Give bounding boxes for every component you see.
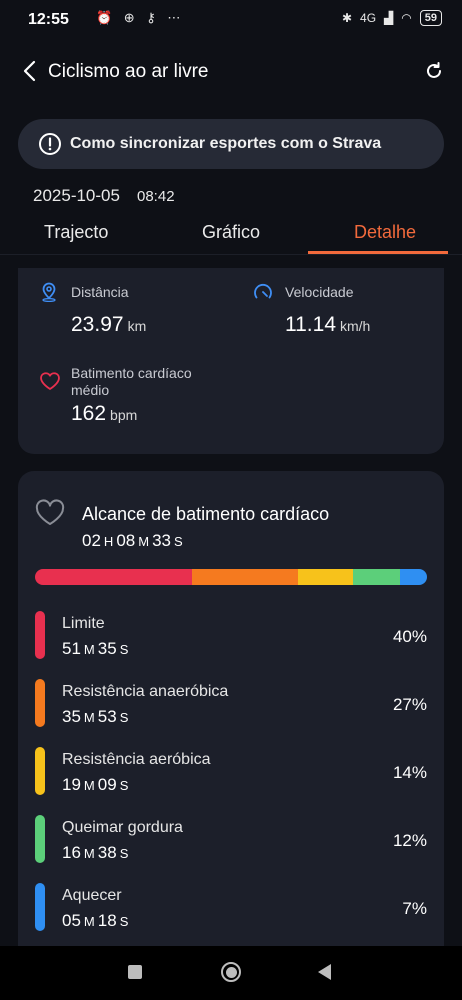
hr-zone-s-unit: S (119, 710, 129, 725)
sync-icon[interactable] (424, 61, 444, 81)
hr-zone-bar-segment (35, 569, 192, 585)
heart-rate-value-group: 162 bpm (71, 402, 137, 426)
hr-zone-name: Resistência anaeróbica (62, 683, 229, 700)
heart-rate-label: Batimento cardíaco médio (71, 365, 192, 399)
hr-zone-m: 35 (62, 707, 81, 726)
hr-zone-s: 53 (97, 707, 117, 726)
heart-rate-label-line1: Batimento cardíaco (71, 365, 192, 381)
hr-zone-percentage: 14% (392, 763, 427, 782)
hr-zone-s-unit: S (119, 778, 129, 793)
heart-rate-value: 162 (71, 402, 107, 425)
hr-zone-name: Limite (62, 615, 105, 632)
distance-value: 23.97 (71, 313, 124, 336)
distance-value-group: 23.97 km (71, 313, 146, 337)
hr-zone-color-indicator (35, 747, 45, 795)
hr-zone-duration: 16 M 38 S (62, 843, 131, 863)
hr-zone-color-indicator (35, 883, 45, 931)
hr-zone-duration: 05 M 18 S (62, 911, 131, 931)
hr-zone-m: 05 (62, 911, 81, 930)
hr-zone-bar-segment (297, 569, 353, 585)
location-pin-icon (42, 282, 56, 302)
hr-zone-s-unit: S (119, 914, 129, 929)
hr-zone-m-unit: M (83, 914, 95, 929)
info-exclamation-icon (39, 133, 61, 155)
hr-zone-duration: 35 M 53 S (62, 707, 131, 727)
hr-zone-m: 51 (62, 639, 81, 658)
hr-zone-name: Resistência aeróbica (62, 751, 211, 768)
hr-zone-s: 35 (97, 639, 117, 658)
hr-zone-percentage: 40% (392, 627, 427, 646)
back-button[interactable] (318, 964, 331, 980)
total-hours: 02 (82, 531, 101, 550)
status-notification-icons: ⏰ ⊕ ⚷ ⋯ (96, 10, 185, 25)
hr-zone-color-indicator (35, 815, 45, 863)
total-seconds-unit: S (174, 534, 183, 549)
heart-rate-label-line2: médio (71, 382, 110, 398)
heart-outline-icon (35, 499, 65, 525)
hr-zone-m-unit: M (83, 642, 95, 657)
hr-zone-m-unit: M (83, 710, 95, 725)
hr-zone-color-indicator (35, 679, 45, 727)
hr-zone-bar-segment (352, 569, 400, 585)
heart-icon (40, 372, 60, 390)
tab-detail[interactable]: Detalhe (354, 222, 416, 243)
hr-zone-distribution-bar (35, 569, 427, 585)
hr-zone-s: 09 (97, 775, 117, 794)
hr-zone-name: Queimar gordura (62, 819, 183, 836)
battery-icon: 59 (419, 10, 442, 26)
hr-range-total: 02 H 08 M 33 S (82, 531, 186, 551)
tab-route[interactable]: Trajecto (44, 222, 108, 243)
speed-value: 11.14 (285, 313, 336, 336)
hr-zone-name: Aquecer (62, 887, 122, 904)
total-seconds: 33 (152, 531, 171, 550)
heart-rate-unit: bpm (110, 407, 138, 423)
hr-zone-s: 18 (97, 911, 117, 930)
hr-zone-percentage: 12% (392, 831, 427, 850)
hr-zone-m-unit: M (83, 846, 95, 861)
signal-icon: ▟ (384, 11, 394, 25)
hr-zone-percentage: 7% (402, 899, 427, 918)
total-hours-unit: H (103, 534, 114, 549)
recents-button[interactable] (128, 965, 142, 979)
back-arrow-icon[interactable] (20, 59, 40, 83)
signal-label: 4G (360, 11, 377, 25)
distance-unit: km (127, 318, 147, 334)
hr-zone-s-unit: S (119, 642, 129, 657)
speedometer-icon (254, 284, 272, 299)
hr-zone-s: 38 (97, 843, 117, 862)
bluetooth-icon: ✱ (341, 11, 353, 25)
status-right-icons: ✱ 4G ▟ ◠ 59 (342, 10, 442, 26)
session-time: 08:42 (137, 188, 175, 205)
speed-value-group: 11.14 km/h (285, 313, 370, 337)
banner-text: Como sincronizar esportes com o Strava (70, 135, 382, 152)
hr-zone-m: 16 (62, 843, 81, 862)
hr-zone-duration: 19 M 09 S (62, 775, 131, 795)
distance-label: Distância (71, 284, 129, 300)
tab-divider (0, 254, 462, 255)
session-date: 2025-10-05 (33, 186, 120, 205)
hr-zone-m-unit: M (83, 778, 95, 793)
hr-zone-m: 19 (62, 775, 81, 794)
speed-label: Velocidade (285, 284, 354, 300)
wifi-icon: ◠ (401, 11, 412, 25)
status-time: 12:55 (28, 11, 69, 28)
hr-zone-percentage: 27% (392, 695, 427, 714)
speed-unit: km/h (340, 318, 371, 334)
hr-zone-s-unit: S (119, 846, 129, 861)
tab-chart[interactable]: Gráfico (202, 222, 260, 243)
hr-zone-bar-segment (399, 569, 427, 585)
hr-range-title: Alcance de batimento cardíaco (82, 504, 330, 524)
hr-zone-bar-segment (191, 569, 298, 585)
page-title: Ciclismo ao ar livre (48, 61, 209, 82)
total-minutes: 08 (116, 531, 136, 550)
total-minutes-unit: M (138, 534, 150, 549)
home-button-dot (226, 967, 237, 978)
hr-zone-duration: 51 M 35 S (62, 639, 131, 659)
hr-zone-color-indicator (35, 611, 45, 659)
